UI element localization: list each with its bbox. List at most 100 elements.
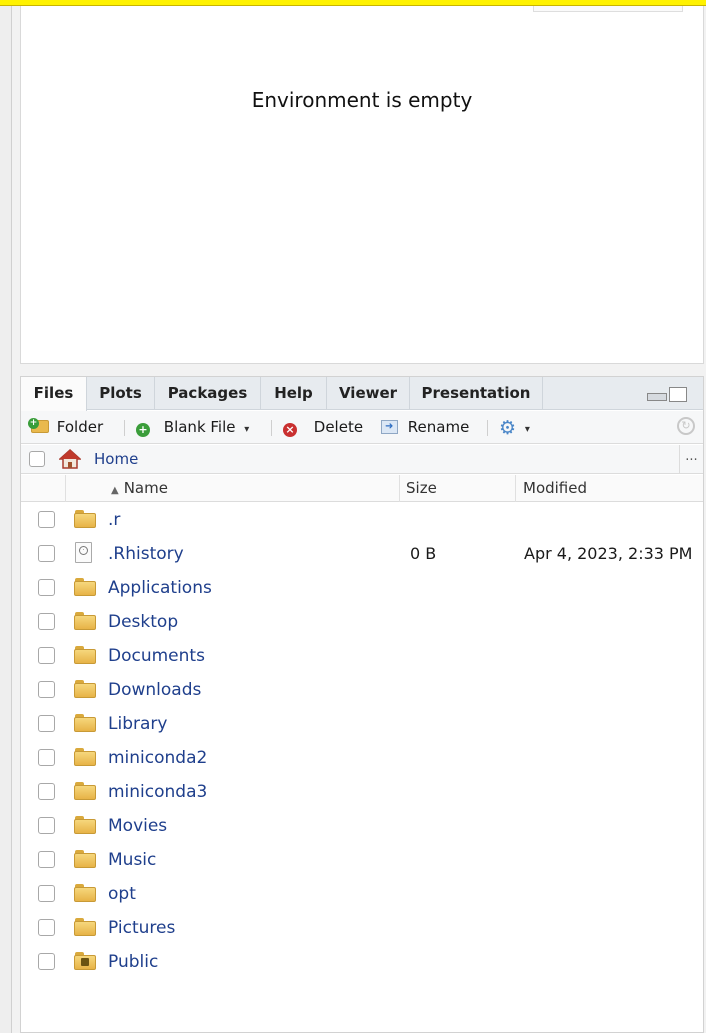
environment-empty-message: Environment is empty bbox=[251, 88, 473, 112]
file-row: Applications bbox=[21, 571, 703, 605]
folder-icon bbox=[74, 578, 96, 596]
refresh-icon[interactable]: ↻ bbox=[677, 417, 695, 435]
row-checkbox[interactable] bbox=[38, 579, 55, 596]
public-folder-icon bbox=[74, 952, 96, 970]
row-checkbox[interactable] bbox=[38, 545, 55, 562]
file-row: Desktop bbox=[21, 605, 703, 639]
folder-icon bbox=[74, 748, 96, 766]
blank-file-label: Blank File bbox=[163, 418, 236, 436]
file-row: · .Rhistory 0 B Apr 4, 2023, 2:33 PM bbox=[21, 537, 703, 571]
row-checkbox[interactable] bbox=[38, 783, 55, 800]
new-folder-label: Folder bbox=[56, 418, 104, 436]
tab-packages[interactable]: Packages bbox=[155, 377, 261, 410]
file-name-link[interactable]: Desktop bbox=[108, 605, 178, 639]
row-checkbox[interactable] bbox=[38, 953, 55, 970]
home-icon[interactable] bbox=[59, 449, 81, 469]
file-name-link[interactable]: Pictures bbox=[108, 911, 175, 945]
file-row: Downloads bbox=[21, 673, 703, 707]
file-list-header: ▲ Name Size Modified bbox=[21, 475, 703, 502]
file-modified: Apr 4, 2023, 2:33 PM bbox=[524, 544, 693, 563]
window-controls bbox=[647, 387, 689, 403]
file-row: Pictures bbox=[21, 911, 703, 945]
row-checkbox[interactable] bbox=[38, 885, 55, 902]
file-row: miniconda2 bbox=[21, 741, 703, 775]
folder-icon bbox=[74, 782, 96, 800]
file-name-link[interactable]: miniconda3 bbox=[108, 775, 207, 809]
row-checkbox[interactable] bbox=[38, 681, 55, 698]
delete-label: Delete bbox=[313, 418, 364, 436]
delete-button[interactable]: × Delete bbox=[283, 411, 363, 444]
tab-presentation[interactable]: Presentation bbox=[410, 377, 543, 410]
column-size-header[interactable]: Size bbox=[406, 475, 437, 502]
row-checkbox[interactable] bbox=[38, 919, 55, 936]
select-all-checkbox[interactable] bbox=[29, 451, 45, 467]
column-modified-header[interactable]: Modified bbox=[523, 475, 587, 502]
chevron-down-icon: ▾ bbox=[524, 424, 530, 435]
row-checkbox[interactable] bbox=[38, 749, 55, 766]
file-name-link[interactable]: Movies bbox=[108, 809, 167, 843]
file-size: 0 B bbox=[410, 544, 437, 563]
breadcrumb-home-link[interactable]: Home bbox=[94, 445, 138, 474]
column-name-label: Name bbox=[123, 479, 168, 497]
folder-icon bbox=[74, 714, 96, 732]
environment-toolbar-remnant bbox=[533, 6, 683, 12]
file-name-link[interactable]: Library bbox=[108, 707, 167, 741]
tab-viewer[interactable]: Viewer bbox=[327, 377, 410, 410]
file-row: Music bbox=[21, 843, 703, 877]
pane-splitter[interactable] bbox=[0, 6, 12, 1033]
rename-label: Rename bbox=[407, 418, 470, 436]
row-checkbox[interactable] bbox=[38, 511, 55, 528]
toolbar-divider bbox=[487, 420, 488, 436]
file-name-link[interactable]: Music bbox=[108, 843, 156, 877]
file-name-link[interactable]: Downloads bbox=[108, 673, 201, 707]
file-row: Documents bbox=[21, 639, 703, 673]
file-row: .r bbox=[21, 503, 703, 537]
file-row: opt bbox=[21, 877, 703, 911]
new-folder-button[interactable]: + Folder bbox=[28, 411, 104, 444]
folder-icon bbox=[74, 646, 96, 664]
files-pane: Files Plots Packages Help Viewer Present… bbox=[20, 376, 704, 1033]
pane-tabbar: Files Plots Packages Help Viewer Present… bbox=[21, 377, 703, 411]
rename-icon: ➜ bbox=[381, 420, 398, 434]
toolbar-divider bbox=[271, 420, 272, 436]
file-name-link[interactable]: .Rhistory bbox=[108, 537, 184, 571]
row-checkbox[interactable] bbox=[38, 851, 55, 868]
tab-plots[interactable]: Plots bbox=[87, 377, 155, 410]
file-row: Public bbox=[21, 945, 703, 979]
maximize-pane-icon[interactable] bbox=[669, 387, 687, 402]
blank-file-button[interactable]: + Blank File ▾ bbox=[136, 411, 249, 444]
rename-button[interactable]: ➜ Rename bbox=[381, 411, 469, 444]
row-checkbox[interactable] bbox=[38, 613, 55, 630]
file-row: Library bbox=[21, 707, 703, 741]
row-checkbox[interactable] bbox=[38, 715, 55, 732]
folder-icon bbox=[74, 510, 96, 528]
breadcrumb: Home ... bbox=[21, 445, 703, 474]
folder-icon bbox=[74, 918, 96, 936]
minimize-pane-icon[interactable] bbox=[647, 393, 667, 401]
column-divider bbox=[515, 475, 516, 502]
column-name-header[interactable]: ▲ Name bbox=[111, 475, 168, 502]
toolbar-divider bbox=[124, 420, 125, 436]
file-row: miniconda3 bbox=[21, 775, 703, 809]
file-name-link[interactable]: opt bbox=[108, 877, 136, 911]
file-name-link[interactable]: .r bbox=[108, 503, 120, 537]
environment-pane: Environment is empty bbox=[20, 6, 704, 364]
folder-icon bbox=[74, 816, 96, 834]
history-file-icon: · bbox=[75, 542, 92, 563]
file-name-link[interactable]: Public bbox=[108, 945, 158, 979]
file-name-link[interactable]: miniconda2 bbox=[108, 741, 207, 775]
folder-icon bbox=[74, 850, 96, 868]
more-path-button[interactable]: ... bbox=[679, 445, 703, 474]
more-actions-button[interactable]: ⚙ ▾ bbox=[499, 411, 530, 444]
tab-help[interactable]: Help bbox=[261, 377, 327, 410]
sort-ascending-icon: ▲ bbox=[111, 485, 119, 496]
row-checkbox[interactable] bbox=[38, 647, 55, 664]
tab-files[interactable]: Files bbox=[21, 377, 87, 411]
row-checkbox[interactable] bbox=[38, 817, 55, 834]
folder-icon bbox=[74, 680, 96, 698]
column-divider bbox=[65, 475, 66, 502]
folder-icon bbox=[74, 884, 96, 902]
file-name-link[interactable]: Documents bbox=[108, 639, 205, 673]
add-icon: + bbox=[136, 423, 150, 437]
file-name-link[interactable]: Applications bbox=[108, 571, 212, 605]
